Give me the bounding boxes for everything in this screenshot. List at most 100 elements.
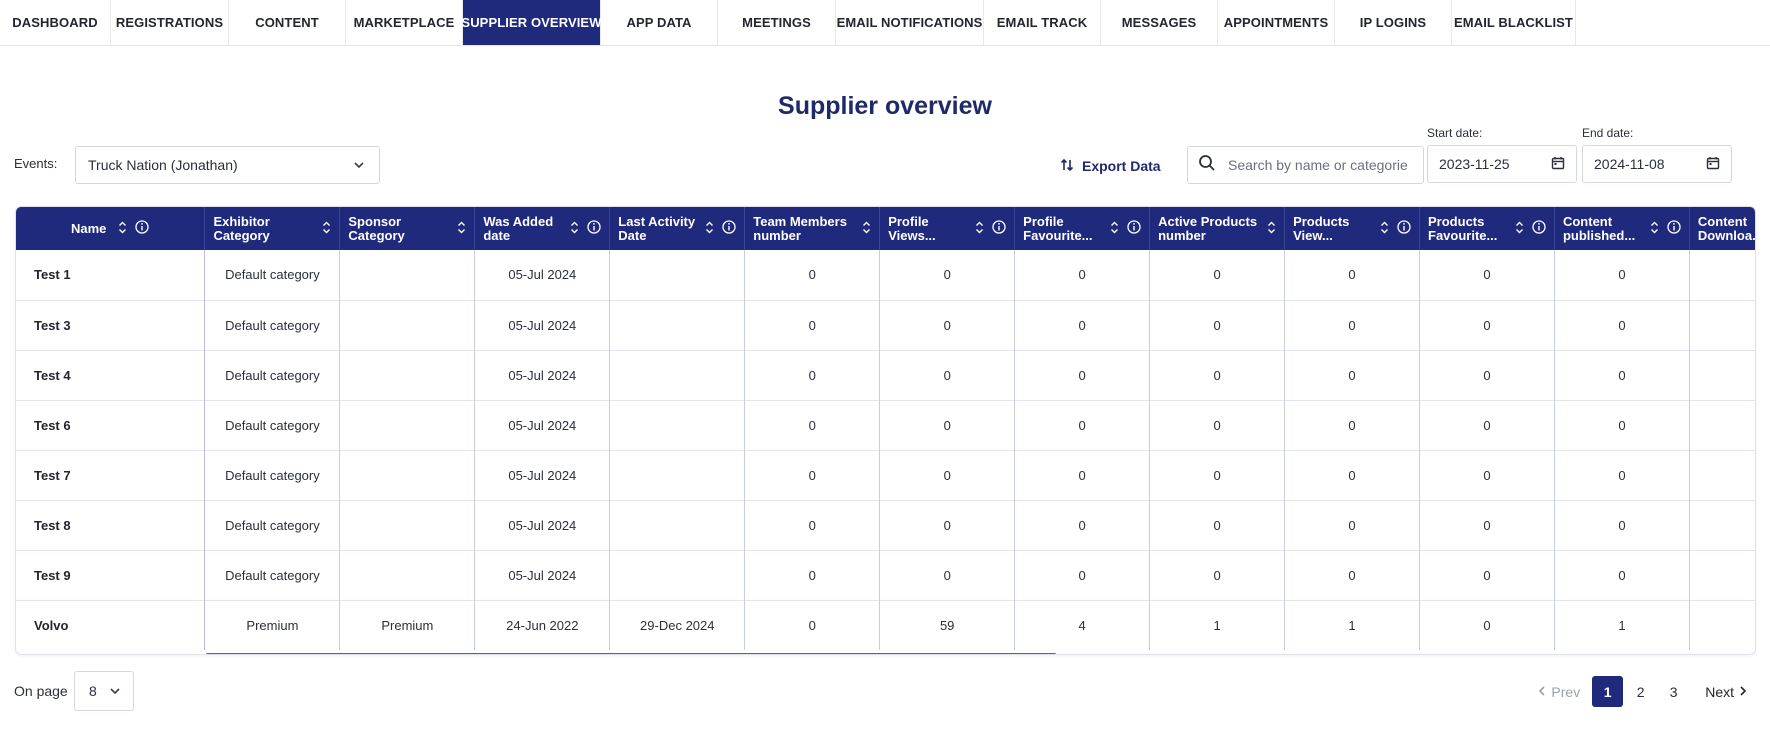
search-input[interactable] [1228, 157, 1408, 173]
table-cell: 0 [1419, 550, 1555, 600]
calendar-icon[interactable] [1551, 156, 1565, 173]
table-row[interactable]: Test 8 Default category 05-Jul 2024 0 0 0 0 0 0 0 [16, 500, 1755, 550]
column-header-label: Profile Views... [888, 214, 936, 243]
calendar-icon[interactable] [1706, 156, 1720, 173]
table-cell: 0 [1419, 500, 1555, 550]
events-label: Events: [14, 156, 58, 171]
table-row[interactable]: Test 6 Default category 05-Jul 2024 0 0 0 0 0 0 0 [16, 400, 1755, 450]
column-header-products-view[interactable]: Products View... [1284, 207, 1421, 250]
table-cell: Default category [204, 300, 341, 350]
info-icon[interactable] [1667, 220, 1681, 237]
sort-icon[interactable] [1110, 221, 1119, 237]
table-row[interactable]: Test 3 Default category 05-Jul 2024 0 0 0 0 0 0 0 [16, 300, 1755, 350]
table-cell: 0 [1149, 450, 1286, 500]
sort-icon[interactable] [457, 221, 466, 237]
sort-icon[interactable] [705, 221, 714, 237]
column-header-profile-views[interactable]: Profile Views... [879, 207, 1016, 250]
table-cell: 0 [879, 400, 1016, 450]
table-cell: 59 [879, 600, 1016, 650]
export-data-label: Export Data [1082, 158, 1161, 174]
search-box[interactable] [1187, 146, 1424, 184]
next-page-button[interactable]: Next [1695, 684, 1752, 700]
export-data-button[interactable]: Export Data [1060, 152, 1161, 180]
prev-page-button[interactable]: Prev [1531, 684, 1586, 700]
prev-label: Prev [1551, 683, 1581, 700]
table-cell: 0 [1554, 300, 1690, 350]
tab-content[interactable]: CONTENT [229, 0, 346, 45]
tab-meetings[interactable]: MEETINGS [718, 0, 836, 45]
table-cell: 0 [1554, 550, 1690, 600]
sort-icon[interactable] [570, 221, 579, 237]
sort-icon[interactable] [1515, 221, 1524, 237]
tab-appointments[interactable]: APPOINTMENTS [1218, 0, 1335, 45]
table-cell: 0 [1149, 350, 1286, 400]
table-row[interactable]: Test 9 Default category 05-Jul 2024 0 0 0 0 0 0 0 [16, 550, 1755, 600]
table-cell: 1 [1554, 600, 1690, 650]
column-header-active-products-number[interactable]: Active Products number [1149, 207, 1286, 250]
info-icon[interactable] [722, 220, 736, 237]
table-row[interactable]: Volvo Premium Premium 24-Jun 2022 29-Dec 202… [16, 600, 1755, 650]
table-cell [339, 550, 476, 600]
sort-icon[interactable] [1267, 221, 1276, 237]
tab-ip-logins[interactable]: IP LOGINS [1335, 0, 1452, 45]
tab-marketplace[interactable]: MARKETPLACE [346, 0, 463, 45]
page-number-button[interactable]: 1 [1592, 676, 1624, 707]
horizontal-scrollbar[interactable] [206, 653, 1056, 654]
tab-email-track[interactable]: EMAIL TRACK [984, 0, 1101, 45]
info-icon[interactable] [992, 220, 1006, 237]
tab-email-blacklist[interactable]: EMAIL BLACKLIST [1452, 0, 1576, 45]
info-icon[interactable] [135, 220, 150, 237]
column-header-team-members-number[interactable]: Team Members number [744, 207, 881, 250]
info-icon[interactable] [1397, 220, 1411, 237]
table-cell: 0 [1419, 250, 1555, 300]
page-number-button[interactable]: 3 [1658, 676, 1689, 707]
table-cell: Default category [204, 550, 341, 600]
sort-icon[interactable] [322, 221, 331, 237]
tab-messages[interactable]: MESSAGES [1101, 0, 1218, 45]
info-icon[interactable] [1532, 220, 1546, 237]
start-date-label: Start date: [1427, 126, 1483, 140]
column-header-was-added-date[interactable]: Was Added date [474, 207, 611, 250]
supplier-name-cell: Volvo [16, 600, 206, 650]
tab-registrations[interactable]: REGISTRATIONS [111, 0, 229, 45]
table-cell [609, 350, 746, 400]
table-cell: 0 [1554, 500, 1690, 550]
table-row[interactable]: Test 1 Default category 05-Jul 2024 0 0 0 0 0 0 0 [16, 250, 1755, 300]
info-icon[interactable] [1127, 220, 1141, 237]
sort-icon[interactable] [975, 221, 984, 237]
on-page-select[interactable]: 8 [74, 671, 134, 711]
column-header-exhibitor-category[interactable]: Exhibitor Category [204, 207, 341, 250]
supplier-table: Name Exhibitor Category Sponsor Category Wa… [16, 207, 1755, 650]
column-header-last-activity-date[interactable]: Last Activity Date [609, 207, 746, 250]
info-icon[interactable] [587, 220, 601, 237]
page-number-button[interactable]: 2 [1625, 676, 1656, 707]
column-header-content-downloa[interactable]: Content Downloa... [1689, 207, 1755, 250]
tab-supplier-overview[interactable]: SUPPLIER OVERVIEW [461, 0, 601, 45]
start-date-input[interactable]: 2023-11-25 [1427, 145, 1577, 183]
column-header-name[interactable]: Name [16, 207, 206, 250]
sort-arrows-icon [1060, 157, 1074, 176]
table-cell: 0 [879, 350, 1016, 400]
sort-icon[interactable] [1380, 221, 1389, 237]
table-row[interactable]: Test 4 Default category 05-Jul 2024 0 0 0 0 0 0 0 [16, 350, 1755, 400]
sort-icon[interactable] [118, 221, 127, 237]
column-header-products-favourite[interactable]: Products Favourite... [1419, 207, 1555, 250]
end-date-input[interactable]: 2024-11-08 [1582, 145, 1732, 183]
table-cell [609, 300, 746, 350]
table-cell: 0 [1149, 500, 1286, 550]
tab-dashboard[interactable]: DASHBOARD [0, 0, 111, 45]
sort-icon[interactable] [862, 221, 871, 237]
tab-email-notifications[interactable]: EMAIL NOTIFICATIONS [836, 0, 984, 45]
tab-app-data[interactable]: APP DATA [601, 0, 718, 45]
sort-icon[interactable] [1650, 221, 1659, 237]
table-cell: 1 [1149, 600, 1286, 650]
column-header-content-published[interactable]: Content published... [1554, 207, 1690, 250]
table-cell [1689, 450, 1755, 500]
column-header-profile-favourite[interactable]: Profile Favourite... [1014, 207, 1151, 250]
table-cell [609, 400, 746, 450]
table-row[interactable]: Test 7 Default category 05-Jul 2024 0 0 0 0 0 0 0 [16, 450, 1755, 500]
column-header-label: Was Added date [483, 214, 554, 243]
column-header-sponsor-category[interactable]: Sponsor Category [339, 207, 476, 250]
events-dropdown[interactable]: Truck Nation (Jonathan) [75, 146, 380, 184]
supplier-table-container[interactable]: Name Exhibitor Category Sponsor Category Wa… [15, 206, 1756, 655]
